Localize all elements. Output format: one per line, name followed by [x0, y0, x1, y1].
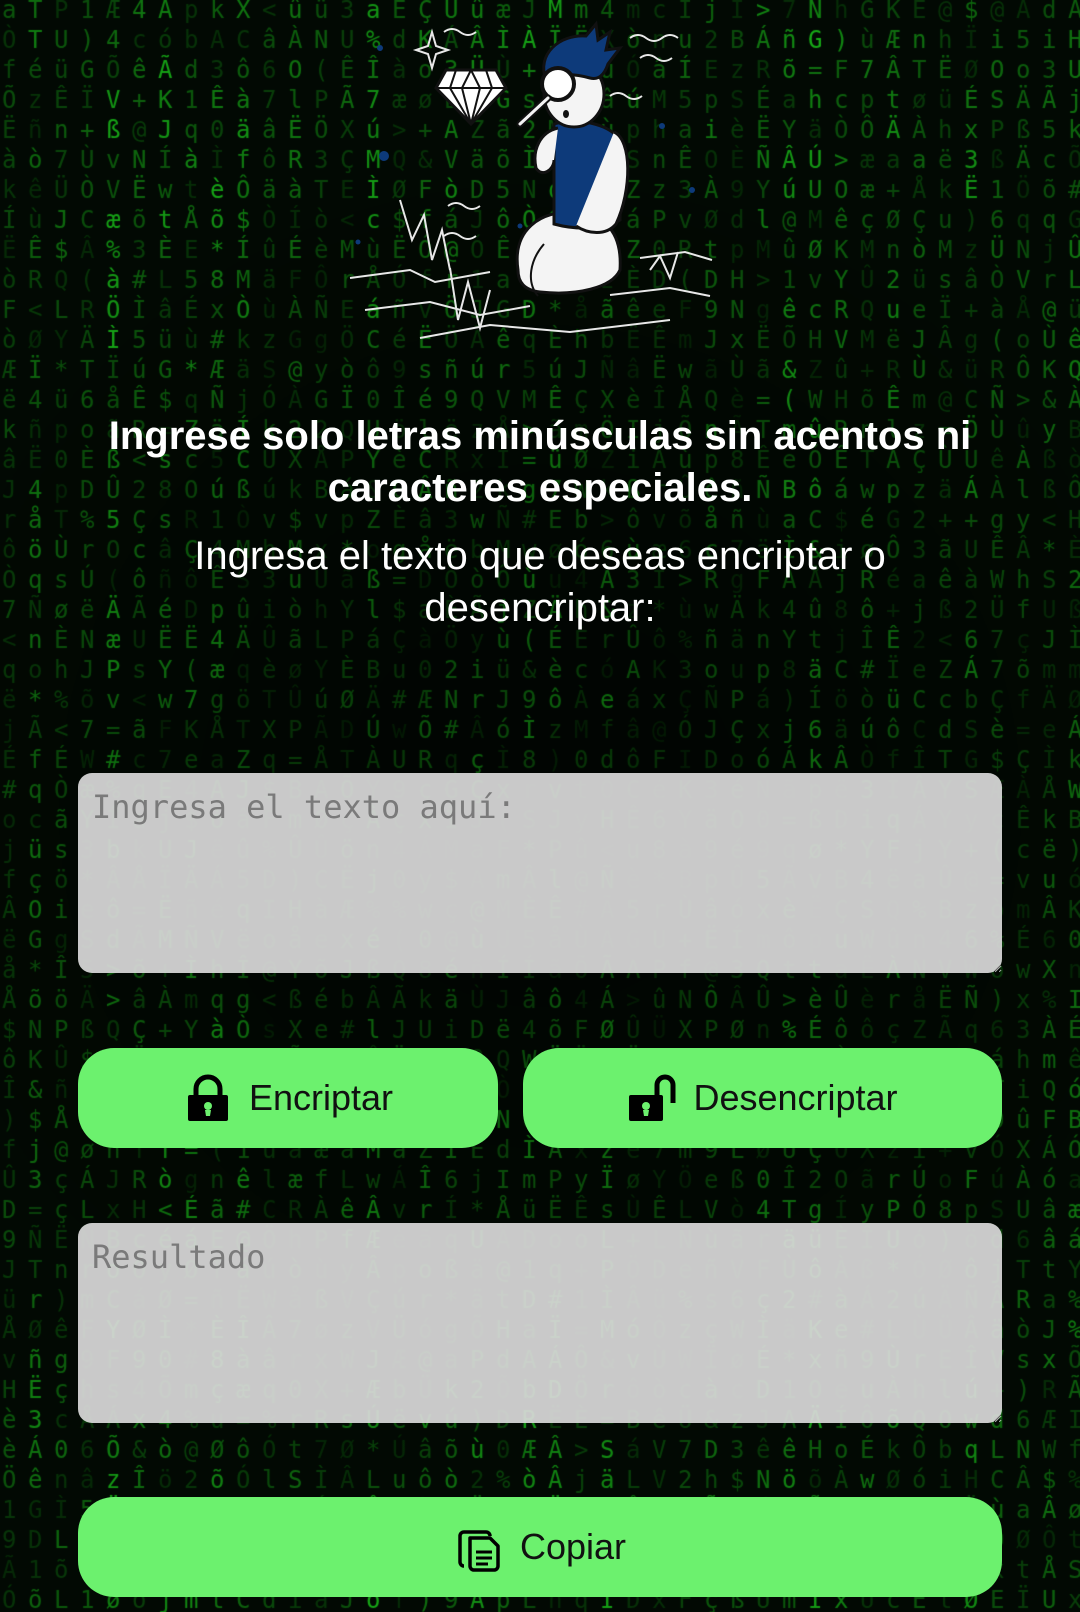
- instruction-text: Ingresa el texto que deseas encriptar o …: [194, 534, 886, 630]
- encryptor-page: Ingrese solo letras minúsculas sin acent…: [0, 0, 1080, 1612]
- encrypt-button[interactable]: Encriptar: [78, 1048, 498, 1148]
- result-textarea[interactable]: [78, 1223, 1002, 1423]
- decrypt-button[interactable]: Desencriptar: [523, 1048, 1002, 1148]
- input-textarea[interactable]: [78, 773, 1002, 973]
- person-inspecting-diamond-icon: [340, 20, 740, 360]
- input-rules-notice: Ingrese solo letras minúsculas sin acent…: [108, 414, 972, 510]
- copy-icon: [454, 1522, 504, 1572]
- decrypt-button-label: Desencriptar: [693, 1077, 898, 1118]
- copy-button-label: Copiar: [519, 1526, 627, 1567]
- lock-closed-icon: [183, 1073, 233, 1123]
- lock-open-icon: [627, 1073, 677, 1123]
- encrypt-button-label: Encriptar: [248, 1077, 394, 1118]
- copy-button[interactable]: Copiar: [78, 1497, 1002, 1597]
